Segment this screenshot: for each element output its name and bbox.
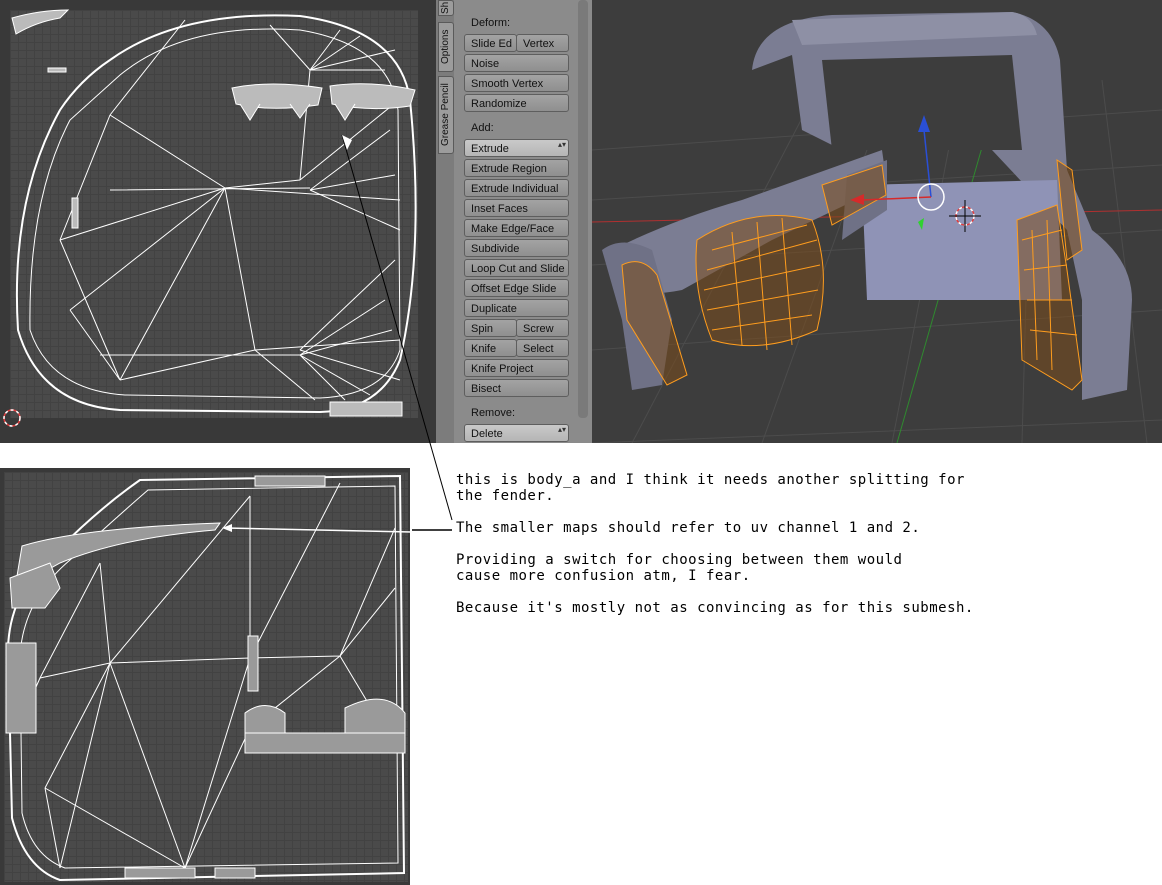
note-body-a: this is body_a and I think it needs anot…	[456, 472, 965, 504]
callout-lines	[222, 134, 453, 533]
note-switch: Providing a switch for choosing between …	[456, 552, 903, 584]
note-convincing: Because it's mostly not as convincing as…	[456, 600, 974, 616]
note-uv-channels: The smaller maps should refer to uv chan…	[456, 520, 921, 536]
